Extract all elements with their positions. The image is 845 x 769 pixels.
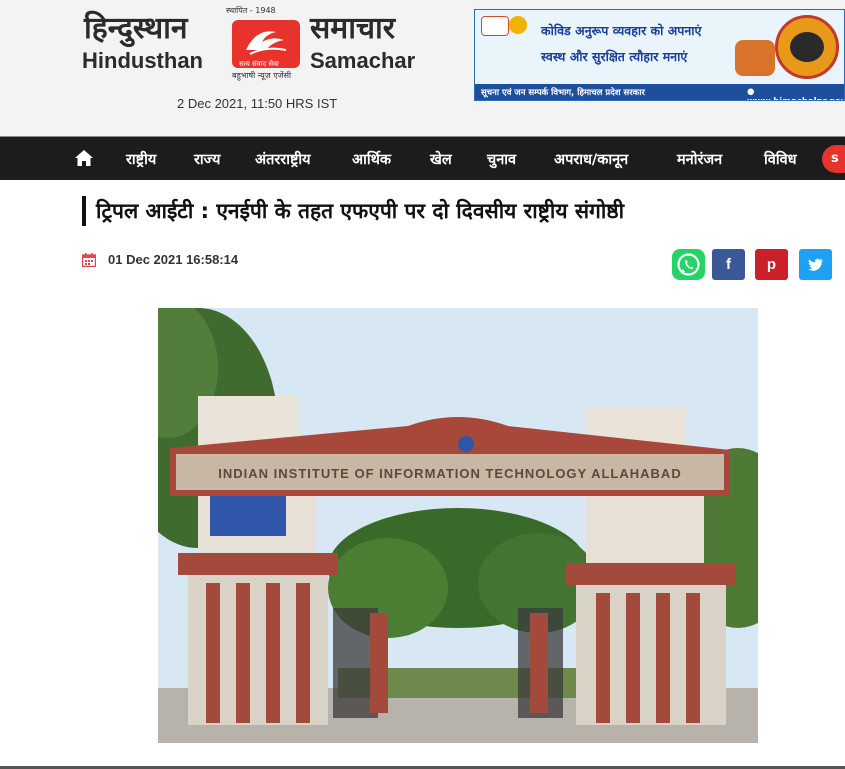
home-icon[interactable] xyxy=(74,149,94,167)
logo-established: स्थापित - 1948 xyxy=(226,6,276,15)
mask-illustration-icon xyxy=(735,40,775,76)
logo-subtitle: बहुभाषी न्यूज़ एजेंसी xyxy=(232,71,292,80)
gate-inscription: INDIAN INSTITUTE OF INFORMATION TECHNOLO… xyxy=(218,466,681,481)
masked-face-icon xyxy=(775,15,839,79)
nav-item-economy[interactable]: आर्थिक xyxy=(352,149,391,169)
header-datetime: 2 Dec 2021, 11:50 HRS IST xyxy=(177,96,338,111)
banner-subheadline: स्वस्थ और सुरक्षित त्यौहार मनाएं xyxy=(541,49,688,64)
article-published-date: 01 Dec 2021 16:58:14 xyxy=(108,252,239,267)
twitter-share-button[interactable] xyxy=(799,249,832,280)
logo-hindi-left: हिन्दुस्थान xyxy=(84,11,188,46)
banner-footer: सूचना एवं जन सम्पर्क विभाग, हिमाचल प्रदे… xyxy=(475,84,844,100)
article-image: INDIAN INSTITUTE OF INFORMATION TECHNOLO… xyxy=(158,308,758,743)
nav-item-entertainment[interactable]: मनोरंजन xyxy=(677,149,722,169)
whatsapp-icon xyxy=(677,253,700,276)
facebook-share-button[interactable]: f xyxy=(712,249,745,280)
logo-tagline: सत्य संवाद सेवा xyxy=(239,60,279,68)
banner-website: ● www.himachalpr.gov.in xyxy=(747,87,844,100)
advertisement-banner[interactable]: कोविड अनुरूप व्यवहार को अपनाएं स्वस्थ और… xyxy=(474,9,845,101)
state-emblem-icon xyxy=(509,16,527,34)
site-header: हिन्दुस्थान स्थापित - 1948 सत्य संवाद से… xyxy=(0,0,845,136)
logo-english-left: Hindusthan xyxy=(82,48,203,73)
nav-item-crime-law[interactable]: अपराध/कानून xyxy=(554,149,628,169)
pinterest-share-button[interactable]: p xyxy=(755,249,788,280)
logo-english-right: Samachar xyxy=(310,48,416,73)
nav-item-misc[interactable]: विविध xyxy=(764,149,797,169)
article-title: ट्रिपल आईटी : एनईपी के तहत एफएपी पर दो द… xyxy=(82,196,624,226)
twitter-icon xyxy=(808,258,823,271)
nav-item-national[interactable]: राष्ट्रीय xyxy=(126,149,156,169)
main-nav: राष्ट्रीय राज्य अंतरराष्ट्रीय आर्थिक खेल… xyxy=(0,136,845,180)
banner-department: सूचना एवं जन सम्पर्क विभाग, हिमाचल प्रदे… xyxy=(481,88,645,98)
site-logo[interactable]: हिन्दुस्थान स्थापित - 1948 सत्य संवाद से… xyxy=(80,6,448,88)
calendar-icon xyxy=(81,252,97,268)
nav-item-states[interactable]: राज्य xyxy=(194,149,220,169)
nav-item-elections[interactable]: चुनाव xyxy=(487,149,516,169)
whatsapp-share-button[interactable] xyxy=(672,249,705,280)
logo-hindi-right: समाचार xyxy=(310,11,396,46)
banner-headline: कोविड अनुरूप व्यवहार को अपनाएं xyxy=(541,23,702,38)
nav-item-international[interactable]: अंतरराष्ट्रीय xyxy=(255,149,311,169)
azadi-logo-icon xyxy=(481,16,509,36)
nav-search-button[interactable]: s xyxy=(822,145,845,173)
nav-item-sports[interactable]: खेल xyxy=(430,149,452,169)
